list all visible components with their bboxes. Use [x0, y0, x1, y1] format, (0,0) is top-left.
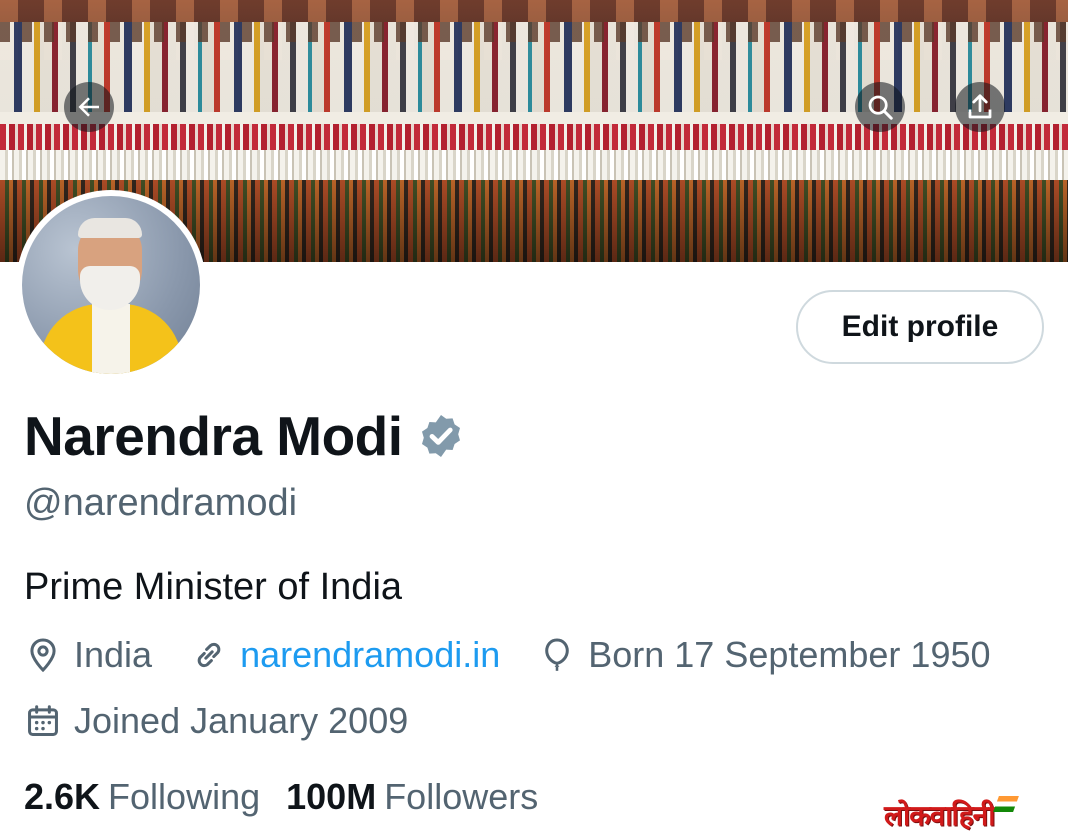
banner-heads [0, 22, 1068, 42]
share-icon [968, 94, 992, 119]
balloon-icon [545, 638, 570, 671]
location-item: India [24, 634, 152, 676]
edit-profile-button[interactable]: Edit profile [796, 290, 1044, 364]
search-icon [868, 95, 893, 120]
profile-stats: 2.6K Following 100M Followers [24, 776, 564, 818]
banner-flowers-red [0, 124, 1068, 150]
calendar-icon [28, 705, 58, 736]
arrow-left-icon [78, 97, 99, 117]
profile-meta-row-2: Joined January 2009 [24, 700, 446, 742]
link-icon [197, 642, 221, 668]
following-link[interactable]: 2.6K Following [24, 776, 260, 818]
joined-text: Joined January 2009 [74, 700, 409, 741]
share-button[interactable] [955, 82, 1005, 132]
watermark-text: लोकवाहिनी [884, 799, 995, 832]
website-item[interactable]: narendramodi.in [190, 634, 500, 676]
avatar[interactable] [16, 190, 206, 380]
followers-count: 100M [286, 776, 377, 817]
location-text: India [74, 634, 153, 675]
profile-bio: Prime Minister of India [24, 566, 403, 608]
birthday-item: Born 17 September 1950 [538, 634, 991, 676]
following-label: Following [108, 776, 261, 817]
followers-label: Followers [384, 776, 539, 817]
search-button[interactable] [855, 82, 905, 132]
display-name: Narendra Modi [24, 405, 403, 467]
website-link[interactable]: narendramodi.in [240, 634, 500, 676]
watermark-logo: लोकवाहिनी [884, 796, 1020, 834]
profile-name-row: Narendra Modi [24, 404, 465, 468]
location-pin-icon [30, 638, 56, 673]
avatar-photo [22, 196, 200, 374]
birthday-text: Born 17 September 1950 [588, 634, 991, 675]
flag-icon [993, 796, 1020, 812]
followers-link[interactable]: 100M Followers [286, 776, 538, 818]
verified-badge-icon[interactable] [417, 412, 465, 460]
profile-handle: @narendramodi [24, 482, 298, 524]
profile-meta-row: India narendramodi.in Born 17 September … [24, 634, 1029, 676]
banner-flowers-white [0, 150, 1068, 180]
back-button[interactable] [64, 82, 114, 132]
following-count: 2.6K [24, 776, 101, 817]
joined-item: Joined January 2009 [24, 700, 408, 742]
